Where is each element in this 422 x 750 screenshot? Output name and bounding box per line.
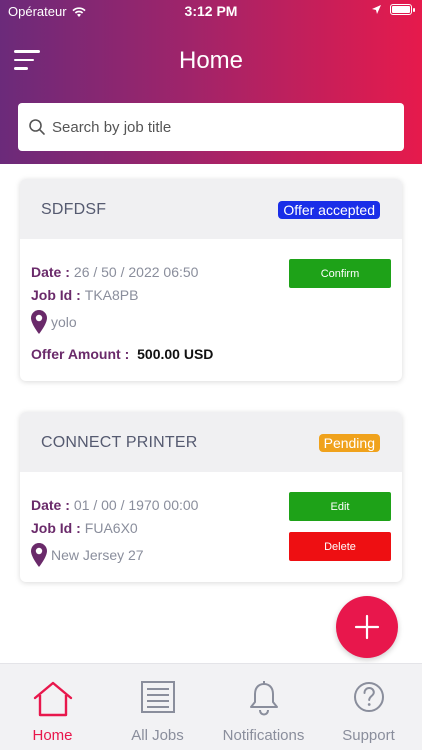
job-id-value: FUA6X0 bbox=[84, 520, 138, 536]
job-id-label: Job Id : bbox=[31, 287, 81, 303]
job-id-label: Job Id : bbox=[31, 520, 81, 536]
job-title: CONNECT PRINTER bbox=[41, 434, 198, 451]
location-arrow-icon bbox=[372, 5, 381, 14]
list-icon bbox=[140, 681, 175, 713]
status-badge: Offer accepted bbox=[278, 201, 380, 219]
job-card[interactable]: CONNECT PRINTER Pending Date : 01 / 00 /… bbox=[20, 412, 402, 582]
home-icon bbox=[33, 681, 72, 717]
confirm-button[interactable]: Confirm bbox=[289, 259, 391, 288]
location-pin-icon bbox=[31, 543, 47, 567]
status-time: 3:12 PM bbox=[184, 3, 238, 19]
delete-button[interactable]: Delete bbox=[289, 532, 391, 561]
bell-icon bbox=[249, 681, 278, 716]
job-card-header: SDFDSF Offer accepted bbox=[20, 179, 402, 239]
tab-all-jobs[interactable]: All Jobs bbox=[105, 664, 210, 750]
offer-amount-value: 500.00 USD bbox=[137, 346, 214, 362]
job-id-value: TKA8PB bbox=[84, 287, 139, 303]
job-card-header: CONNECT PRINTER Pending bbox=[20, 412, 402, 472]
edit-button[interactable]: Edit bbox=[289, 492, 391, 521]
job-card-body: Date : 26 / 50 / 2022 06:50 Job Id : TKA… bbox=[20, 239, 402, 362]
tab-support[interactable]: Support bbox=[316, 664, 421, 750]
tab-label: Notifications bbox=[222, 727, 305, 744]
search-icon bbox=[29, 119, 45, 135]
tab-home[interactable]: Home bbox=[0, 664, 105, 750]
tab-label: Home bbox=[32, 727, 73, 744]
date-value: 26 / 50 / 2022 06:50 bbox=[73, 264, 199, 280]
search-bar[interactable] bbox=[18, 103, 404, 151]
status-bar: Opérateur 3:12 PM bbox=[0, 0, 422, 22]
date-label: Date : bbox=[31, 497, 70, 513]
location-text: yolo bbox=[51, 314, 77, 330]
bottom-tab-bar: Home All Jobs Notifications Support bbox=[0, 663, 422, 750]
page-title: Home bbox=[178, 47, 244, 74]
job-card-body: Date : 01 / 00 / 1970 00:00 Job Id : FUA… bbox=[20, 472, 402, 569]
date-value: 01 / 00 / 1970 00:00 bbox=[73, 497, 199, 513]
tab-label: Support bbox=[342, 727, 395, 744]
search-input[interactable] bbox=[52, 118, 382, 136]
status-badge: Pending bbox=[318, 434, 380, 452]
location-text: New Jersey 27 bbox=[51, 547, 144, 563]
help-icon bbox=[353, 682, 384, 712]
tab-label: All Jobs bbox=[131, 727, 184, 744]
plus-icon bbox=[354, 614, 380, 640]
location-pin-icon bbox=[31, 310, 47, 334]
add-job-button[interactable] bbox=[336, 596, 398, 658]
header: Opérateur 3:12 PM Home bbox=[0, 0, 422, 164]
job-title: SDFDSF bbox=[41, 201, 107, 218]
date-label: Date : bbox=[31, 264, 70, 280]
job-card[interactable]: SDFDSF Offer accepted Date : 26 / 50 / 2… bbox=[20, 179, 402, 381]
tab-notifications[interactable]: Notifications bbox=[211, 664, 316, 750]
battery-icon bbox=[390, 4, 415, 15]
offer-amount-label: Offer Amount : bbox=[31, 346, 130, 362]
